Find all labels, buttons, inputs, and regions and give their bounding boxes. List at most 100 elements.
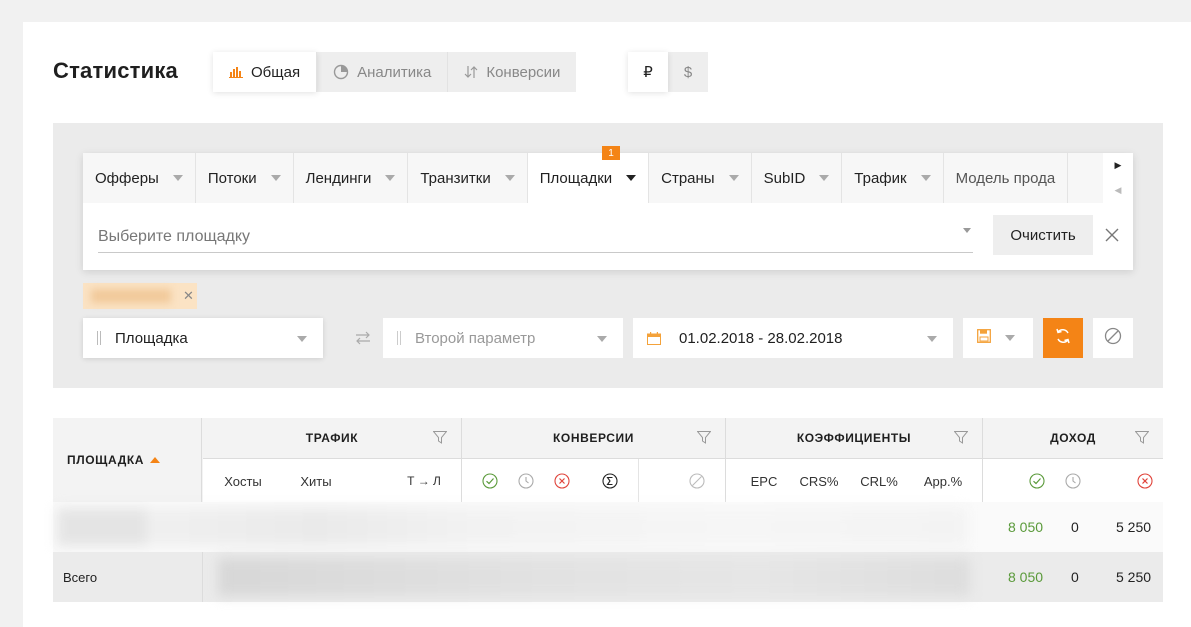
second-param-select[interactable]: Второй параметр [383, 318, 623, 358]
filter-icon[interactable] [953, 431, 969, 447]
param-tab-traffic[interactable]: Трафик [842, 153, 944, 203]
group-title-label: КОНВЕРСИИ [552, 431, 634, 445]
save-preset-button[interactable] [963, 318, 1033, 358]
remove-chip-icon[interactable]: ✕ [183, 288, 194, 304]
col-hits[interactable]: Хиты [291, 459, 341, 503]
income-pending: 0 [1071, 519, 1079, 535]
sigma-icon[interactable] [600, 459, 620, 503]
caret-down-icon [504, 175, 515, 181]
caret-down-icon [963, 228, 971, 233]
refresh-button[interactable] [1043, 318, 1083, 358]
table-header: ПЛОЩАДКА ТРАФИК Хосты Хиты Т → Л КОНВЕРС… [53, 418, 1163, 503]
caret-down-icon [728, 175, 739, 181]
filter-icon[interactable] [1134, 431, 1150, 447]
scroll-right-icon[interactable]: ▶ [1103, 153, 1133, 178]
income-rejected: 5 250 [1116, 519, 1152, 535]
param-tab-sales-model[interactable]: Модель прода [944, 153, 1069, 203]
redacted-row-data [218, 558, 970, 596]
caret-down-icon [819, 175, 830, 181]
col-approve[interactable]: App.% [914, 459, 972, 503]
group-ratios: КОЭФФИЦИЕНТЫ EPC CRS% CRL% App.% [726, 418, 983, 502]
param-tab-transits[interactable]: Транзитки [408, 153, 528, 203]
caret-down-icon [626, 175, 637, 181]
table-row-total: Всего 8 050 0 5 250 [53, 552, 1163, 602]
redacted-row-data [57, 508, 967, 546]
income-approved: 8 050 [1008, 569, 1044, 585]
check-circle-icon[interactable] [1027, 459, 1047, 503]
param-tab-streams[interactable]: Потоки [196, 153, 294, 203]
ban-icon[interactable] [687, 459, 707, 503]
group-title-label: КОЭФФИЦИЕНТЫ [796, 431, 912, 445]
param-tab-landings[interactable]: Лендинги [294, 153, 409, 203]
param-tab-label: Офферы [95, 169, 159, 187]
reset-button[interactable] [1093, 318, 1133, 358]
income-rejected: 5 250 [1116, 569, 1152, 585]
active-filter-count-badge: 1 [602, 146, 620, 160]
date-range-value: 01.02.2018 - 28.02.2018 [679, 329, 843, 347]
tab-general[interactable]: Общая [213, 52, 318, 92]
income-pending: 0 [1071, 569, 1079, 585]
rejected-circle-icon[interactable] [1135, 459, 1155, 503]
caret-down-icon [172, 175, 183, 181]
rejected-circle-icon[interactable] [552, 459, 572, 503]
platform-select-placeholder: Выберите площадку [98, 227, 251, 245]
group-conversions: КОНВЕРСИИ [462, 418, 726, 503]
tabs-scroll: ▶ ◀ [1103, 153, 1133, 203]
currency-usd[interactable]: $ [668, 52, 708, 92]
filter-icon[interactable] [696, 431, 712, 447]
drag-handle-icon [97, 331, 103, 345]
stats-table: ПЛОЩАДКА ТРАФИК Хосты Хиты Т → Л КОНВЕРС… [53, 418, 1163, 604]
caret-down-icon [927, 336, 937, 342]
pie-chart-icon [333, 64, 349, 80]
clock-icon[interactable] [1063, 459, 1083, 503]
col-epc[interactable]: EPC [744, 459, 784, 503]
check-circle-icon[interactable] [480, 459, 500, 503]
group-ratios-title: КОЭФФИЦИЕНТЫ [726, 418, 982, 458]
calendar-icon [647, 331, 661, 345]
currency-tabs: ₽ $ [628, 52, 708, 92]
caret-down-icon [385, 175, 396, 181]
clock-icon[interactable] [516, 459, 536, 503]
caret-down-icon [920, 175, 931, 181]
floppy-disk-icon [977, 328, 991, 348]
group-ratios-subheader: EPC CRS% CRL% App.% [726, 458, 982, 502]
col-hosts[interactable]: Хосты [215, 459, 271, 503]
param-tab-countries[interactable]: Страны [649, 153, 752, 203]
param-tab-label: Модель прода [955, 169, 1056, 187]
param-tab-platforms[interactable]: Площадки [527, 153, 650, 203]
filter-panel: Офферы Потоки Лендинги Транзитки Площадк… [53, 123, 1163, 388]
platform-select[interactable]: Выберите площадку [98, 221, 973, 253]
subheader-divider [638, 459, 639, 503]
filter-icon[interactable] [432, 431, 448, 447]
col-platform-label: ПЛОЩАДКА [67, 453, 145, 467]
col-platform-header[interactable]: ПЛОЩАДКА [53, 418, 202, 502]
close-icon[interactable] [1104, 227, 1120, 243]
param-tab-label: Площадки [539, 169, 613, 187]
param-tab-subid[interactable]: SubID [752, 153, 843, 203]
group-by-select[interactable]: Площадка [83, 318, 323, 358]
col-crl[interactable]: CRL% [854, 459, 904, 503]
param-tab-offers[interactable]: Офферы [83, 153, 196, 203]
group-traffic: ТРАФИК Хосты Хиты Т → Л [203, 418, 462, 502]
caret-down-icon [270, 175, 281, 181]
col-transit-landing[interactable]: Т → Л [399, 459, 449, 503]
selected-filter-chip: ✕ [83, 283, 197, 309]
tab-analytics[interactable]: Аналитика [317, 52, 449, 92]
swap-icon[interactable] [343, 318, 383, 358]
currency-rub[interactable]: ₽ [628, 52, 668, 92]
group-by-value: Площадка [115, 329, 188, 347]
page: Статистика Общая Аналитика Конверсии ₽ $ [23, 22, 1191, 627]
drag-handle-icon [397, 331, 403, 345]
page-title: Статистика [53, 58, 178, 83]
tab-general-label: Общая [251, 63, 301, 81]
ban-icon [1104, 327, 1122, 350]
second-param-placeholder: Второй параметр [415, 329, 536, 347]
caret-down-icon [297, 336, 307, 342]
row-label-total: Всего [63, 569, 98, 585]
caret-down-icon [597, 336, 607, 342]
date-range-picker[interactable]: 01.02.2018 - 28.02.2018 [633, 318, 953, 358]
scroll-left-icon[interactable]: ◀ [1103, 178, 1133, 203]
clear-button[interactable]: Очистить [993, 215, 1093, 255]
tab-conversions[interactable]: Конверсии [448, 52, 576, 92]
col-crs[interactable]: CRS% [794, 459, 844, 503]
